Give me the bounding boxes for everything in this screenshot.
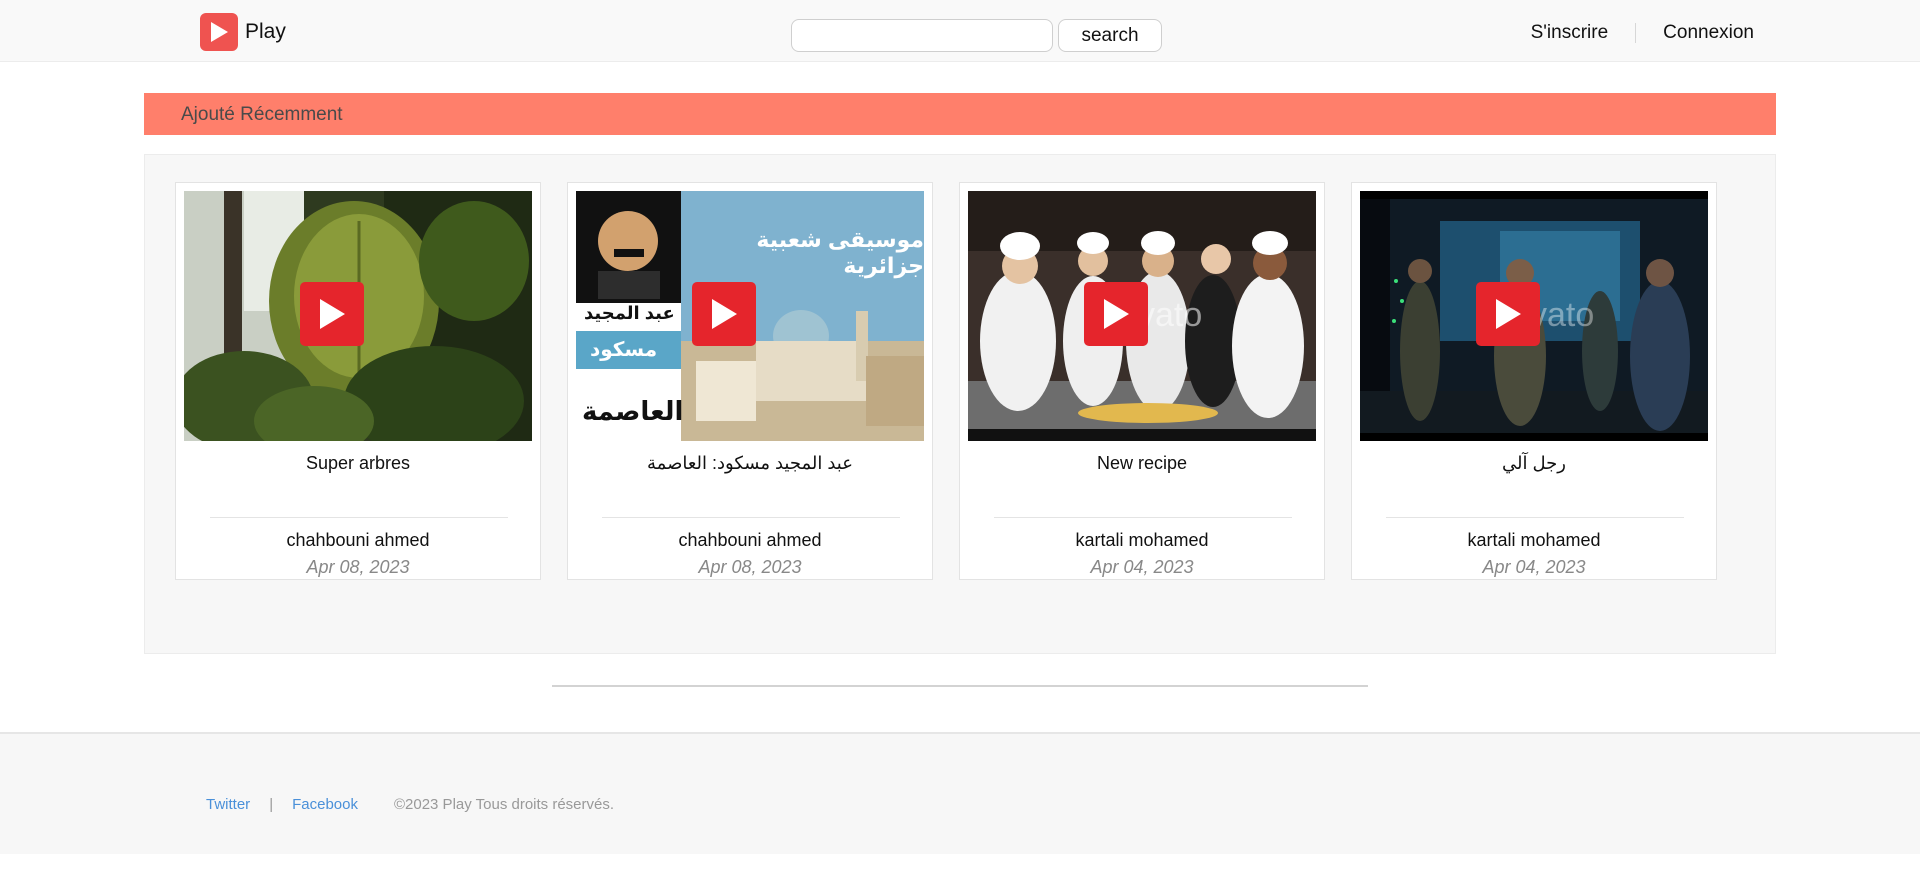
play-icon[interactable] [1476,282,1540,346]
play-icon[interactable] [692,282,756,346]
section-header: Ajouté Récemment [144,93,1776,135]
auth-divider [1635,23,1637,43]
video-author: kartali mohamed [1075,530,1209,550]
brand-name: Play [245,20,286,43]
play-icon[interactable] [300,282,364,346]
video-thumbnail[interactable]: موسيقى شعبية جزائرية عبد المجيد مسكود ال… [576,191,924,441]
card-divider [602,517,900,518]
video-title[interactable]: New recipe [960,453,1324,474]
login-link[interactable]: Connexion [1663,22,1754,44]
video-title[interactable]: Super arbres [176,453,540,474]
footer-links: Twitter | Facebook ©2023 Play Tous droit… [206,796,614,813]
card-divider [1386,517,1684,518]
copyright-text: ©2023 Play Tous droits réservés. [393,796,615,813]
video-thumbnail[interactable]: vato [968,191,1316,441]
thumbnail-caption-name1: عبد المجيد [584,303,675,323]
video-title[interactable]: رجل آلي [1352,453,1716,474]
video-title[interactable]: عبد المجيد مسكود: العاصمة [568,453,932,474]
video-card[interactable]: vato New recipe kartali mohamed Apr 04, … [959,182,1325,580]
card-divider [210,517,508,518]
recent-videos-panel: Super arbres chahbouni ahmed Apr 08, 202… [144,154,1776,654]
video-author: chahbouni ahmed [286,530,430,550]
card-divider [994,517,1292,518]
facebook-link[interactable]: Facebook [292,796,358,813]
video-card[interactable]: vato رجل آلي kartali mohamed Apr 04, 202… [1351,182,1717,580]
search-input[interactable] [791,19,1053,52]
video-date: Apr 08, 2023 [306,557,410,577]
twitter-link[interactable]: Twitter [206,796,250,813]
auth-links: S'inscrire Connexion [1531,22,1754,44]
video-author: chahbouni ahmed [678,530,822,550]
signup-link[interactable]: S'inscrire [1531,22,1609,44]
video-thumbnail[interactable] [184,191,532,441]
site-footer: Twitter | Facebook ©2023 Play Tous droit… [0,732,1920,854]
horizontal-divider [552,685,1368,687]
thumbnail-caption-name3: العاصمة [582,396,684,426]
section-title: Ajouté Récemment [181,104,343,125]
site-header: Play search S'inscrire Connexion [0,0,1920,62]
video-date: Apr 08, 2023 [698,557,802,577]
thumbnail-caption-top: موسيقى شعبية جزائرية [756,227,924,278]
video-author: kartali mohamed [1467,530,1601,550]
search-bar: search [791,19,1162,52]
video-date: Apr 04, 2023 [1482,557,1586,577]
video-thumbnail[interactable]: vato [1360,191,1708,441]
video-date: Apr 04, 2023 [1090,557,1194,577]
brand-link[interactable]: Play [200,13,286,51]
thumbnail-caption-name2: مسكود [590,339,658,361]
play-icon[interactable] [1084,282,1148,346]
video-card[interactable]: Super arbres chahbouni ahmed Apr 08, 202… [175,182,541,580]
search-button[interactable]: search [1058,19,1162,52]
play-logo-icon [200,13,238,51]
video-card[interactable]: موسيقى شعبية جزائرية عبد المجيد مسكود ال… [567,182,933,580]
footer-separator: | [269,796,274,813]
